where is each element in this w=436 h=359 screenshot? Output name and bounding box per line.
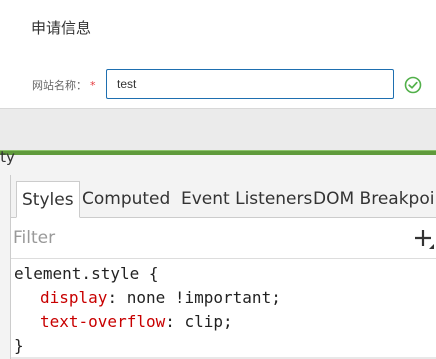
panel-divider[interactable] xyxy=(0,175,11,359)
filter-input[interactable] xyxy=(13,224,393,252)
check-circle-icon xyxy=(404,76,422,94)
required-mark: * xyxy=(90,79,96,92)
filter-row xyxy=(11,218,436,259)
page: 申请信息 网站名称：* ity Styles Computed Event Li… xyxy=(0,0,436,359)
tab-computed[interactable]: Computed xyxy=(77,181,175,217)
declaration-row[interactable]: text-overflow: clip; xyxy=(14,310,434,334)
property-value[interactable]: clip; xyxy=(185,312,233,331)
page-bottom-strip xyxy=(0,108,436,151)
website-name-input[interactable] xyxy=(106,69,394,99)
devtools-header-strip xyxy=(0,155,436,175)
form-title: 申请信息 xyxy=(31,19,92,37)
style-rule: element.style { display: none !important… xyxy=(14,262,434,358)
plus-icon[interactable] xyxy=(413,228,435,250)
devtools-panel: Styles Computed Event Listeners DOM Brea… xyxy=(0,175,436,359)
tab-styles[interactable]: Styles xyxy=(16,181,80,218)
form-area: 申请信息 网站名称： * xyxy=(0,0,436,108)
tab-event-listeners[interactable]: Event Listeners xyxy=(176,181,317,217)
tab-dom-breakpoints[interactable]: DOM Breakpoints xyxy=(308,181,436,217)
rule-closing-brace: } xyxy=(14,336,24,355)
website-name-label-text: 网站名称： xyxy=(32,79,87,92)
declaration-row[interactable]: display: none !important; xyxy=(14,286,434,310)
website-name-label: 网站名称： * xyxy=(32,77,96,93)
property-name[interactable]: text-overflow xyxy=(40,312,165,331)
property-value[interactable]: none !important; xyxy=(127,288,281,307)
property-name[interactable]: display xyxy=(40,288,107,307)
cutoff-panel-label: ity xyxy=(0,148,15,166)
styles-tabbar: Styles Computed Event Listeners DOM Brea… xyxy=(11,175,436,218)
rule-selector[interactable]: element.style { xyxy=(14,262,434,286)
